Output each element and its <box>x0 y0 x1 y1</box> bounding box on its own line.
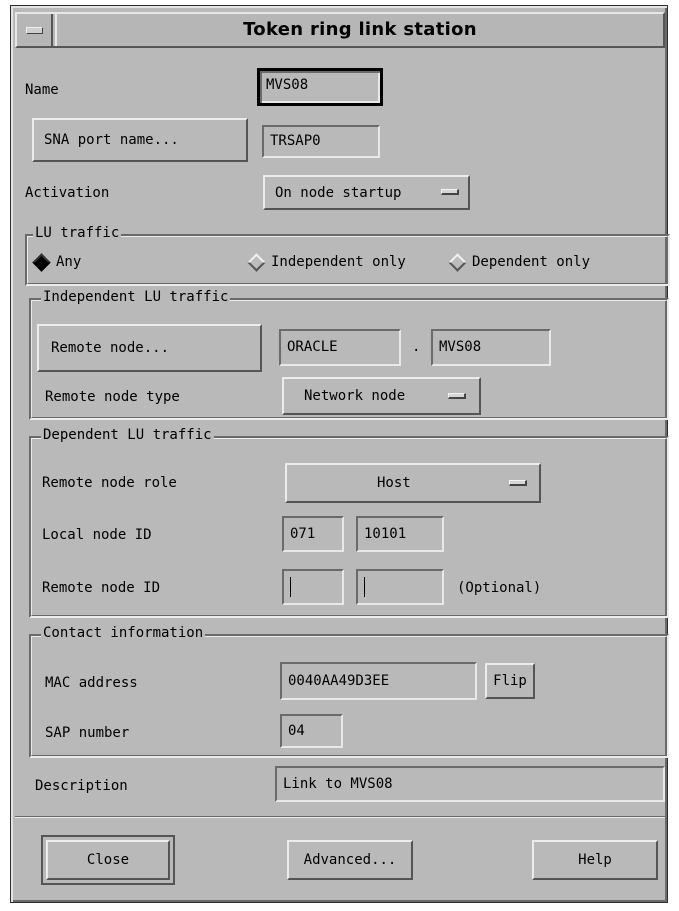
remote-node-id-label: Remote node ID <box>42 580 161 596</box>
option-menu-indicator-icon <box>441 189 459 195</box>
remote-node-network-input[interactable]: ORACLE <box>279 329 401 366</box>
option-menu-indicator-icon <box>448 393 466 399</box>
advanced-button[interactable]: Advanced... <box>287 840 413 880</box>
local-node-id-num-input[interactable]: 10101 <box>356 516 444 552</box>
window-menu-icon[interactable] <box>17 14 53 46</box>
radio-unselected-icon <box>448 252 467 272</box>
title-bar: Token ring link station <box>15 12 665 48</box>
radio-dependent-only-label: Dependent only <box>472 254 591 270</box>
remote-node-role-label: Remote node role <box>42 475 177 491</box>
remote-node-button[interactable]: Remote node... <box>37 324 262 372</box>
remote-node-id-num-input[interactable] <box>356 569 444 605</box>
activation-value: On node startup <box>275 184 402 201</box>
dependent-lu-traffic-title: Dependent LU traffic <box>41 427 214 443</box>
description-input[interactable]: Link to MVS08 <box>275 766 665 802</box>
sap-number-input[interactable]: 04 <box>280 714 343 748</box>
activation-label: Activation <box>25 185 110 201</box>
radio-any[interactable]: Any <box>29 252 82 272</box>
window-title: Token ring link station <box>55 14 663 46</box>
mac-address-input[interactable]: 0040AA49D3EE <box>280 662 477 700</box>
radio-independent-only[interactable]: Independent only <box>244 252 406 272</box>
description-value: Link to MVS08 <box>283 776 393 792</box>
lu-traffic-group: LU traffic Any Independent only Dependen… <box>25 225 670 286</box>
option-menu-indicator-icon <box>509 480 527 486</box>
local-node-id-label: Local node ID <box>42 527 152 543</box>
name-input[interactable]: MVS08 <box>257 68 383 106</box>
mac-address-value: 0040AA49D3EE <box>288 673 390 689</box>
remote-node-type-label: Remote node type <box>45 389 180 405</box>
remote-node-role-value: Host <box>377 475 411 491</box>
description-label: Description <box>35 778 128 794</box>
lu-traffic-title: LU traffic <box>33 225 122 241</box>
contact-information-title: Contact information <box>41 625 206 641</box>
sap-number-value: 04 <box>288 723 305 739</box>
name-label: Name <box>25 82 59 98</box>
radio-any-label: Any <box>56 254 82 270</box>
remote-node-type-option-menu[interactable]: Network node <box>282 377 481 415</box>
remote-node-network-value: ORACLE <box>287 339 338 355</box>
sap-number-label: SAP number <box>45 725 130 741</box>
sna-port-input[interactable]: TRSAP0 <box>262 125 380 158</box>
remote-node-role-option-menu[interactable]: Host <box>285 463 541 503</box>
local-node-id-block-value: 071 <box>290 526 316 542</box>
mac-address-label: MAC address <box>45 675 138 691</box>
local-node-id-num-value: 10101 <box>364 526 407 542</box>
independent-lu-traffic-title: Independent LU traffic <box>41 289 231 305</box>
radio-dependent-only[interactable]: Dependent only <box>445 252 591 272</box>
flip-button[interactable]: Flip <box>485 663 535 699</box>
remote-node-id-block-input[interactable] <box>282 569 344 605</box>
optional-note: (Optional) <box>457 580 542 596</box>
sna-port-name-button[interactable]: SNA port name... <box>32 118 248 162</box>
action-area-separator <box>15 816 665 818</box>
token-ring-link-station-dialog: Token ring link station Name MVS08 SNA p… <box>10 5 670 903</box>
name-value: MVS08 <box>266 77 309 93</box>
remote-node-name-input[interactable]: MVS08 <box>431 329 551 366</box>
local-node-id-block-input[interactable]: 071 <box>282 516 344 552</box>
radio-unselected-icon <box>247 252 266 272</box>
radio-independent-only-label: Independent only <box>271 254 406 270</box>
remote-node-type-value: Network node <box>304 388 406 404</box>
help-button[interactable]: Help <box>532 840 658 880</box>
sna-port-value: TRSAP0 <box>270 133 321 149</box>
radio-selected-icon <box>32 252 51 272</box>
close-button[interactable]: Close <box>41 835 175 885</box>
remote-node-name-value: MVS08 <box>439 339 482 355</box>
network-name-separator: . <box>412 339 421 355</box>
activation-option-menu[interactable]: On node startup <box>263 175 470 210</box>
